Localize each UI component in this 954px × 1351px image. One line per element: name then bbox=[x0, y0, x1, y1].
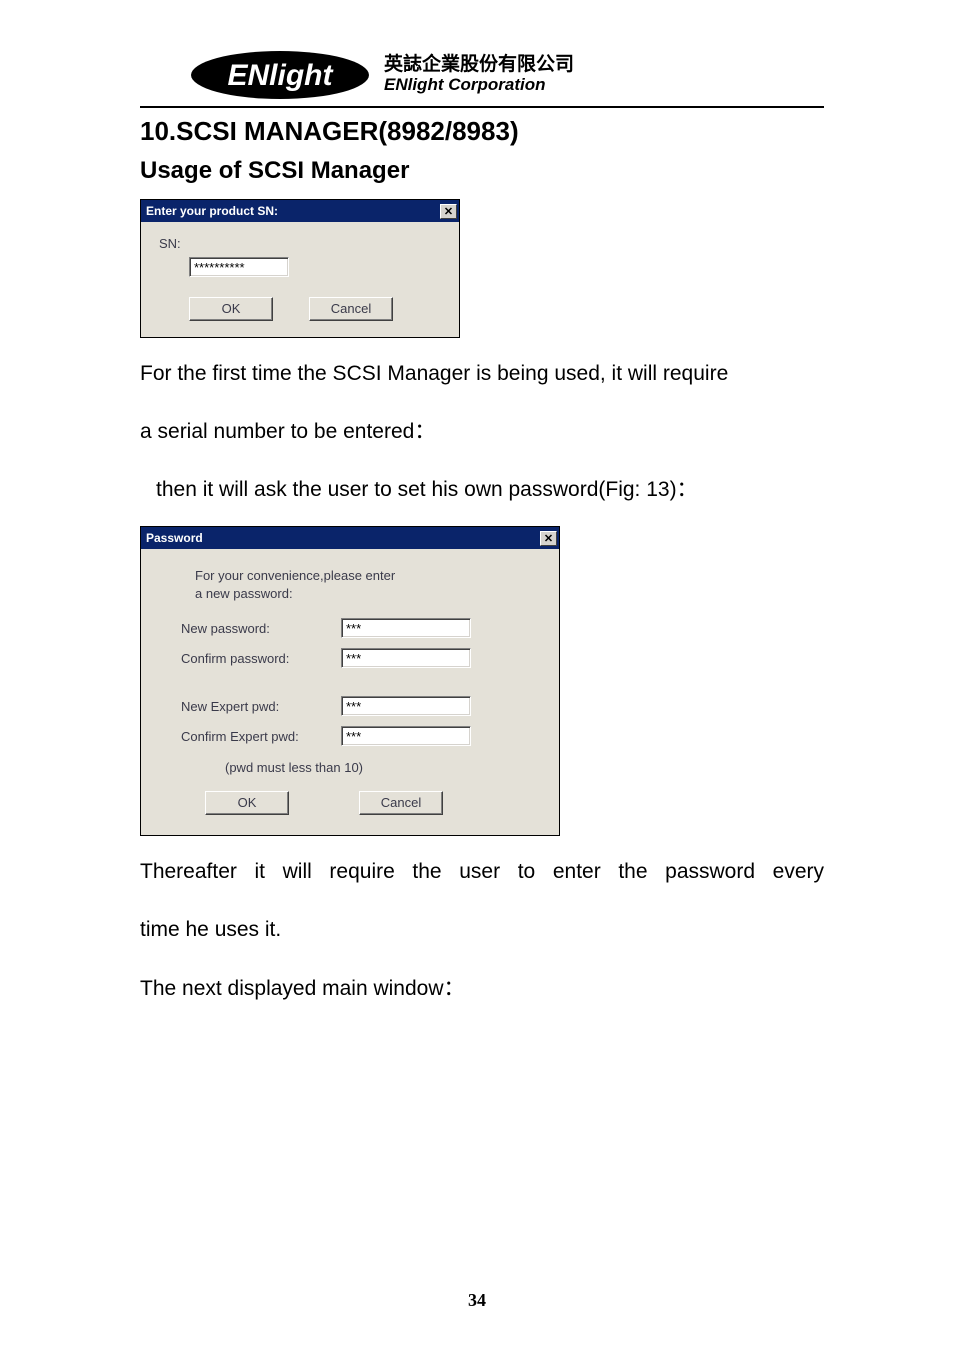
close-icon[interactable]: ✕ bbox=[540, 531, 557, 546]
page-number: 34 bbox=[0, 1290, 954, 1311]
header-divider bbox=[140, 106, 824, 108]
logo-cn: 英誌企業股份有限公司 bbox=[384, 55, 574, 76]
confirm-expert-password-input[interactable] bbox=[341, 726, 471, 746]
sn-label: SN: bbox=[159, 236, 187, 251]
ok-button[interactable]: OK bbox=[189, 297, 273, 321]
logo-text: 英誌企業股份有限公司 ENlight Corporation bbox=[384, 55, 574, 95]
password-dialog: Password ✕ For your convenience,please e… bbox=[140, 526, 560, 836]
header-logo-block: ENlight 英誌企業股份有限公司 ENlight Corporation bbox=[140, 50, 824, 100]
enlight-logo-icon: ENlight bbox=[190, 50, 370, 100]
password-dialog-title: Password bbox=[146, 531, 203, 545]
confirm-password-input[interactable] bbox=[341, 648, 471, 668]
confirm-password-label: Confirm password: bbox=[181, 651, 341, 666]
cancel-button[interactable]: Cancel bbox=[309, 297, 393, 321]
paragraph-3-line2: time he uses it. bbox=[140, 908, 824, 952]
paragraph-2: then it will ask the user to set his own… bbox=[156, 468, 824, 512]
new-expert-password-label: New Expert pwd: bbox=[181, 699, 341, 714]
paragraph-3-line1: Thereafter it will require the user to e… bbox=[140, 850, 824, 894]
section-title: 10.SCSI MANAGER(8982/8983) bbox=[140, 116, 824, 147]
password-dialog-titlebar: Password ✕ bbox=[141, 527, 559, 549]
confirm-expert-password-label: Confirm Expert pwd: bbox=[181, 729, 341, 744]
paragraph-4: The next displayed main window： bbox=[140, 967, 824, 1011]
password-hint: (pwd must less than 10) bbox=[225, 760, 535, 775]
sn-dialog-title: Enter your product SN: bbox=[146, 204, 278, 218]
new-password-label: New password: bbox=[181, 621, 341, 636]
paragraph-1-line1: For the first time the SCSI Manager is b… bbox=[140, 352, 824, 396]
close-icon[interactable]: ✕ bbox=[440, 204, 457, 219]
new-password-input[interactable] bbox=[341, 618, 471, 638]
sn-dialog-titlebar: Enter your product SN: ✕ bbox=[141, 200, 459, 222]
sub-title: Usage of SCSI Manager bbox=[140, 157, 824, 185]
logo-en: ENlight Corporation bbox=[384, 76, 574, 95]
sn-dialog: Enter your product SN: ✕ SN: OK Cancel bbox=[140, 199, 460, 338]
new-expert-password-input[interactable] bbox=[341, 696, 471, 716]
ok-button[interactable]: OK bbox=[205, 791, 289, 815]
svg-text:ENlight: ENlight bbox=[228, 59, 335, 92]
sn-input[interactable] bbox=[189, 257, 289, 277]
password-intro-line1: For your convenience,please enter bbox=[195, 568, 395, 583]
paragraph-1-line2: a serial number to be entered： bbox=[140, 410, 824, 454]
cancel-button[interactable]: Cancel bbox=[359, 791, 443, 815]
password-intro-line2: a new password: bbox=[195, 586, 293, 601]
password-dialog-intro: For your convenience,please enter a new … bbox=[195, 567, 535, 602]
